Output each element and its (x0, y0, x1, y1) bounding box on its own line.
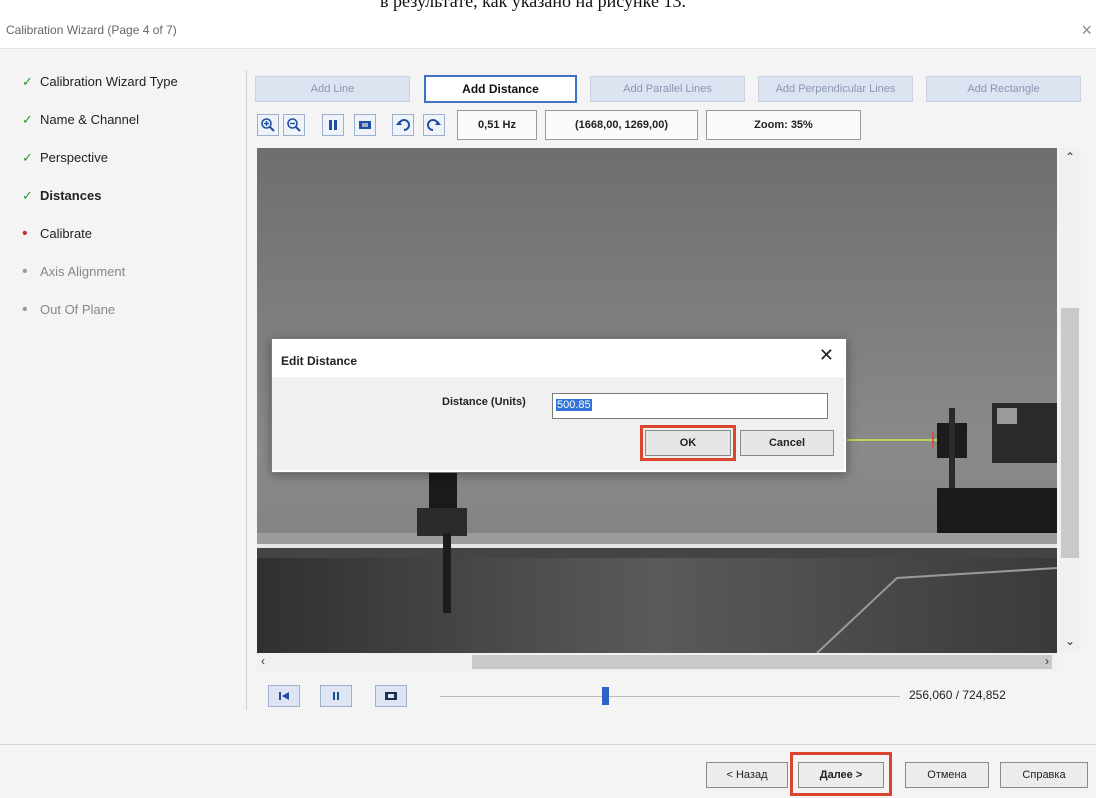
timeline-slider-thumb[interactable] (602, 687, 609, 705)
frame-rate-display: 0,51 Hz (457, 110, 537, 140)
step-label: Axis Alignment (40, 264, 126, 279)
edit-distance-dialog: Edit Distance ✕ Distance (Units) 500.85 … (271, 338, 847, 473)
player-stop-icon[interactable] (375, 685, 407, 707)
dialog-body (272, 377, 844, 470)
scroll-right-icon[interactable]: › (1045, 654, 1049, 668)
wizard-cancel-button[interactable]: Отмена (905, 762, 989, 788)
vertical-scroll-thumb[interactable] (1061, 308, 1079, 558)
step-label: Perspective (40, 150, 108, 165)
close-icon[interactable]: × (1081, 20, 1092, 41)
cancel-button[interactable]: Cancel (740, 430, 834, 456)
check-icon: ✓ (22, 112, 33, 127)
distance-input[interactable]: 500.85 (552, 393, 828, 419)
step-label: Calibration Wizard Type (40, 74, 178, 89)
add-distance-button[interactable]: Add Distance (424, 75, 577, 103)
footer-divider (0, 744, 1096, 745)
zoom-display: Zoom: 35% (706, 110, 861, 140)
zoom-out-icon[interactable] (283, 114, 305, 136)
vertical-scrollbar[interactable]: ⌃ ⌄ (1059, 148, 1081, 653)
add-parallel-lines-button[interactable]: Add Parallel Lines (590, 76, 745, 102)
step-calibrate: • Calibrate (22, 226, 242, 264)
step-calibration-wizard-type: ✓ Calibration Wizard Type (22, 74, 242, 112)
stop-icon[interactable] (354, 114, 376, 136)
check-icon: ✓ (22, 74, 33, 89)
skip-to-start-icon[interactable] (268, 685, 300, 707)
window-title: Calibration Wizard (Page 4 of 7) (6, 23, 177, 37)
add-perpendicular-lines-button[interactable]: Add Perpendicular Lines (758, 76, 913, 102)
horizontal-scrollbar[interactable]: ‹ › (257, 653, 1057, 671)
step-name-channel: ✓ Name & Channel (22, 112, 242, 150)
ok-button[interactable]: OK (645, 430, 731, 456)
back-button[interactable]: < Назад (706, 762, 788, 788)
dialog-title: Edit Distance (281, 354, 358, 368)
bullet-icon: • (22, 263, 28, 280)
redo-icon[interactable] (423, 114, 445, 136)
player-pause-icon[interactable] (320, 685, 352, 707)
step-axis-alignment: • Axis Alignment (22, 264, 242, 302)
distance-label: Distance (Units) (442, 396, 526, 408)
horizontal-scroll-thumb[interactable] (472, 655, 1052, 669)
frame-counter: 256,060 / 724,852 (909, 688, 1006, 702)
document-caption: в результате, как указано на рисунке 13. (380, 0, 686, 11)
scroll-left-icon[interactable]: ‹ (261, 654, 265, 668)
step-out-of-plane: • Out Of Plane (22, 302, 242, 340)
cursor-coordinates-display: (1668,00, 1269,00) (545, 110, 698, 140)
next-button[interactable]: Далее > (798, 762, 884, 788)
bullet-icon: • (22, 225, 28, 242)
check-icon: ✓ (22, 188, 33, 203)
check-icon: ✓ (22, 150, 33, 165)
dialog-close-icon[interactable]: ✕ (819, 345, 834, 366)
document-caption-strip: в результате, как указано на рисунке 13. (0, 0, 1096, 14)
zoom-in-icon[interactable] (257, 114, 279, 136)
scroll-up-icon[interactable]: ⌃ (1065, 150, 1075, 164)
wizard-steps: ✓ Calibration Wizard Type ✓ Name & Chann… (22, 74, 242, 340)
bullet-icon: • (22, 301, 28, 318)
distance-input-value: 500.85 (556, 399, 592, 411)
pause-icon[interactable] (322, 114, 344, 136)
step-label: Distances (40, 188, 102, 203)
step-label: Out Of Plane (40, 302, 116, 317)
step-label: Name & Channel (40, 112, 139, 127)
add-rectangle-button[interactable]: Add Rectangle (926, 76, 1081, 102)
title-bar: Calibration Wizard (Page 4 of 7) × (0, 14, 1096, 49)
undo-icon[interactable] (392, 114, 414, 136)
timeline-track[interactable] (440, 696, 900, 697)
add-line-button[interactable]: Add Line (255, 76, 410, 102)
help-button[interactable]: Справка (1000, 762, 1088, 788)
steps-divider (246, 70, 247, 710)
step-distances: ✓ Distances (22, 188, 242, 226)
step-perspective: ✓ Perspective (22, 150, 242, 188)
scroll-down-icon[interactable]: ⌄ (1065, 634, 1075, 648)
step-label: Calibrate (40, 226, 93, 241)
